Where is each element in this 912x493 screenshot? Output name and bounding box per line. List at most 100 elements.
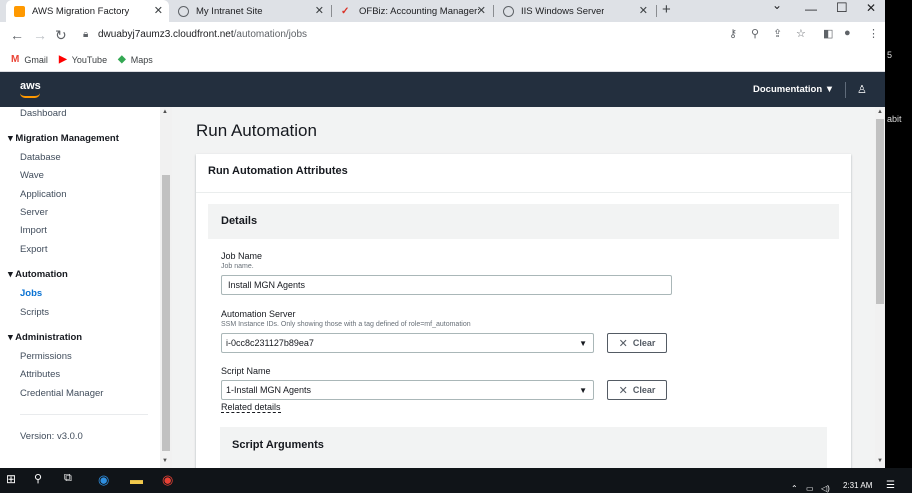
- window-close-icon[interactable]: ✕: [866, 1, 876, 15]
- clock-time[interactable]: 2:31 AM: [843, 481, 872, 490]
- url-text: dwuabyj7aumz3.cloudfront.net/automation/…: [98, 29, 307, 40]
- taskbar: ⊞ ⚲ ⧉ ◉ ▬ ◉ ⌃ ▭ ◁) 2:31 AM ☰: [0, 468, 912, 493]
- tab-iis-windows-server[interactable]: IIS Windows Server ✕: [495, 0, 654, 22]
- edge-icon[interactable]: ◉: [98, 472, 109, 488]
- new-tab-button[interactable]: +: [662, 1, 671, 18]
- bookmark-gmail[interactable]: M Gmail: [11, 54, 48, 65]
- tab-ofbiz[interactable]: ✓ OFBiz: Accounting Manager: Log ✕: [333, 0, 492, 22]
- caret-down-icon: ▼: [824, 84, 835, 95]
- automation-server-value: i-0cc8c231127b89ea7: [226, 338, 314, 348]
- clear-label: Clear: [632, 338, 656, 348]
- sidebar-item-permissions[interactable]: Permissions: [20, 351, 72, 362]
- bookmark-label: YouTube: [71, 54, 108, 65]
- run-automation-attributes-container: Run Automation Attributes Details Job Na…: [196, 154, 851, 468]
- screen: AWS Migration Factory ✕ My Intranet Site…: [0, 0, 912, 493]
- chrome-icon[interactable]: ◉: [162, 472, 173, 488]
- tab-search-chevron-icon[interactable]: ⌄: [772, 0, 782, 12]
- related-details-link[interactable]: Related details: [221, 402, 281, 413]
- side-panel-icon[interactable]: ◧: [823, 27, 833, 40]
- section-title: Automation: [15, 269, 68, 280]
- key-icon[interactable]: ⚷: [729, 27, 737, 40]
- automation-server-clear-button[interactable]: ✕ Clear: [607, 333, 667, 353]
- volume-icon[interactable]: ◁): [821, 484, 830, 493]
- back-arrow-icon[interactable]: ←: [10, 27, 24, 43]
- file-explorer-icon[interactable]: ▬: [130, 472, 143, 487]
- job-name-input[interactable]: Install MGN Agents: [221, 275, 672, 295]
- windows-start-icon[interactable]: ⊞: [6, 472, 16, 486]
- sidebar-item-server[interactable]: Server: [20, 207, 48, 218]
- scroll-up-icon[interactable]: ▲: [877, 109, 883, 115]
- tray-chevron-icon[interactable]: ⌃: [791, 484, 798, 493]
- tab-title: My Intranet Site: [196, 5, 263, 17]
- sidebar-item-jobs[interactable]: Jobs: [20, 288, 42, 299]
- sidebar-item-attributes[interactable]: Attributes: [20, 369, 60, 380]
- globe-icon: [178, 5, 189, 17]
- minimize-icon[interactable]: —: [805, 2, 817, 16]
- tab-separator: [656, 5, 657, 17]
- tab-aws-migration-factory[interactable]: AWS Migration Factory ✕: [6, 0, 169, 22]
- script-name-select[interactable]: 1-Install MGN Agents ▼: [221, 380, 594, 400]
- reload-icon[interactable]: ↻: [55, 27, 67, 44]
- sidebar-item-credential-manager[interactable]: Credential Manager: [20, 388, 103, 399]
- profile-icon[interactable]: ●: [844, 27, 851, 39]
- caret-down-icon: ▾: [8, 332, 13, 343]
- notification-icon[interactable]: ☰: [886, 480, 895, 491]
- section-migration-management[interactable]: ▾ Migration Management: [8, 133, 119, 144]
- maximize-icon[interactable]: ☐: [836, 0, 848, 16]
- forward-arrow-icon[interactable]: →: [33, 27, 47, 43]
- section-title: Migration Management: [15, 133, 119, 144]
- bookmark-maps[interactable]: ◆ Maps: [118, 54, 153, 65]
- aws-logo[interactable]: aws: [20, 80, 41, 92]
- sidebar-divider: [20, 414, 148, 415]
- sidebar-item-database[interactable]: Database: [20, 152, 61, 163]
- lock-icon: 🔒︎: [83, 29, 89, 40]
- sidebar-item-scripts[interactable]: Scripts: [20, 307, 49, 318]
- divider: [196, 192, 851, 193]
- sidebar-scrollbar[interactable]: ▲ ▼: [160, 107, 172, 468]
- address-bar[interactable]: 🔒︎ dwuabyj7aumz3.cloudfront.net/automati…: [77, 25, 862, 46]
- aws-cube-icon: [14, 5, 25, 17]
- sidebar-item-export[interactable]: Export: [20, 244, 47, 255]
- maps-icon: ◆: [118, 54, 126, 65]
- caret-down-icon: ▼: [579, 339, 587, 348]
- caret-down-icon: ▾: [8, 133, 13, 144]
- section-automation[interactable]: ▾ Automation: [8, 269, 68, 280]
- automation-server-label: Automation Server: [221, 309, 296, 319]
- documentation-button[interactable]: Documentation ▼: [753, 84, 834, 95]
- close-tab-icon[interactable]: ✕: [154, 4, 163, 17]
- menu-kebab-icon[interactable]: ⋮: [868, 27, 879, 40]
- caret-down-icon: ▾: [8, 269, 13, 280]
- scrollbar-thumb[interactable]: [162, 175, 170, 451]
- tab-my-intranet-site[interactable]: My Intranet Site ✕: [170, 0, 330, 22]
- caret-down-icon: ▼: [579, 386, 587, 395]
- main-scrollbar[interactable]: ▲ ▼: [875, 107, 885, 468]
- youtube-icon: ▶: [59, 54, 67, 65]
- scroll-down-icon[interactable]: ▼: [162, 458, 168, 464]
- sidebar-item-import[interactable]: Import: [20, 225, 47, 236]
- network-icon[interactable]: ▭: [806, 484, 814, 493]
- close-tab-icon[interactable]: ✕: [639, 4, 648, 17]
- share-icon[interactable]: ⇪: [773, 27, 782, 40]
- clear-label: Clear: [632, 385, 656, 395]
- section-administration[interactable]: ▾ Administration: [8, 332, 82, 343]
- scroll-up-icon[interactable]: ▲: [162, 109, 168, 115]
- sidebar-item-dashboard[interactable]: Dashboard: [20, 108, 66, 119]
- sidebar-item-wave[interactable]: Wave: [20, 170, 44, 181]
- close-tab-icon[interactable]: ✕: [315, 4, 324, 17]
- bookmark-youtube[interactable]: ▶ YouTube: [59, 54, 107, 65]
- scrollbar-thumb[interactable]: [876, 119, 884, 304]
- search-icon[interactable]: ⚲: [34, 472, 42, 485]
- automation-server-select[interactable]: i-0cc8c231127b89ea7 ▼: [221, 333, 594, 353]
- scroll-down-icon[interactable]: ▼: [877, 458, 883, 464]
- sidebar-item-application[interactable]: Application: [20, 189, 66, 200]
- bookmark-star-icon[interactable]: ☆: [796, 27, 806, 40]
- script-name-clear-button[interactable]: ✕ Clear: [607, 380, 667, 400]
- task-view-icon[interactable]: ⧉: [64, 472, 72, 485]
- job-name-label: Job Name: [221, 251, 263, 261]
- user-icon[interactable]: ♙: [857, 83, 867, 96]
- bookmark-label: Maps: [130, 54, 153, 65]
- zoom-icon[interactable]: ⚲: [751, 27, 759, 40]
- desktop-text-fragment: 5: [887, 50, 893, 60]
- close-tab-icon[interactable]: ✕: [477, 4, 486, 17]
- version-text: Version: v3.0.0: [20, 431, 83, 442]
